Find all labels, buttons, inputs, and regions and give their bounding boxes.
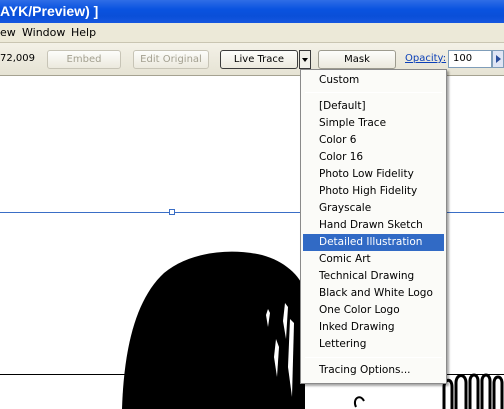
menu-item-simple-trace[interactable]: Simple Trace bbox=[303, 115, 444, 132]
menu-item-comic-art[interactable]: Comic Art bbox=[303, 251, 444, 268]
menu-item-custom[interactable]: Custom bbox=[303, 72, 444, 89]
menu-item-default[interactable]: [Default] bbox=[303, 98, 444, 115]
tracing-presets-dropdown-button[interactable] bbox=[299, 50, 311, 69]
menu-item-tracing-options[interactable]: Tracing Options... bbox=[303, 362, 444, 379]
menu-item-technical-drawing[interactable]: Technical Drawing bbox=[303, 268, 444, 285]
menu-item-photo-low-fidelity[interactable]: Photo Low Fidelity bbox=[303, 166, 444, 183]
menu-bar: ew Window Help bbox=[0, 23, 504, 43]
edit-original-button[interactable]: Edit Original bbox=[133, 50, 209, 69]
embed-button[interactable]: Embed bbox=[47, 50, 121, 69]
menu-separator bbox=[305, 357, 442, 358]
menu-item-grayscale[interactable]: Grayscale bbox=[303, 200, 444, 217]
menu-help[interactable]: Help bbox=[71, 25, 96, 40]
menu-item-detailed-illustration[interactable]: Detailed Illustration bbox=[303, 234, 444, 251]
menu-window[interactable]: Window bbox=[22, 25, 65, 40]
opacity-arrow-button[interactable] bbox=[492, 50, 504, 68]
mask-button[interactable]: Mask bbox=[318, 50, 396, 69]
coordinate-readout: 72,009 bbox=[0, 53, 35, 64]
opacity-input[interactable]: 100 bbox=[448, 50, 492, 68]
menu-item-one-color-logo[interactable]: One Color Logo bbox=[303, 302, 444, 319]
live-trace-button[interactable]: Live Trace bbox=[220, 50, 298, 69]
menu-item-color-6[interactable]: Color 6 bbox=[303, 132, 444, 149]
menu-item-color-16[interactable]: Color 16 bbox=[303, 149, 444, 166]
menu-item-black-and-white-logo[interactable]: Black and White Logo bbox=[303, 285, 444, 302]
menu-view[interactable]: ew bbox=[0, 25, 16, 40]
menu-item-photo-high-fidelity[interactable]: Photo High Fidelity bbox=[303, 183, 444, 200]
window-title: AYK/Preview) ] bbox=[0, 3, 99, 19]
window-title-bar: AYK/Preview) ] bbox=[0, 0, 504, 23]
menu-item-hand-drawn-sketch[interactable]: Hand Drawn Sketch bbox=[303, 217, 444, 234]
menu-item-inked-drawing[interactable]: Inked Drawing bbox=[303, 319, 444, 336]
menu-separator bbox=[305, 92, 442, 93]
opacity-label-link[interactable]: Opacity: bbox=[405, 53, 446, 64]
menu-item-lettering[interactable]: Lettering bbox=[303, 336, 444, 353]
tracing-presets-menu: Custom [Default] Simple Trace Color 6 Co… bbox=[300, 69, 447, 384]
